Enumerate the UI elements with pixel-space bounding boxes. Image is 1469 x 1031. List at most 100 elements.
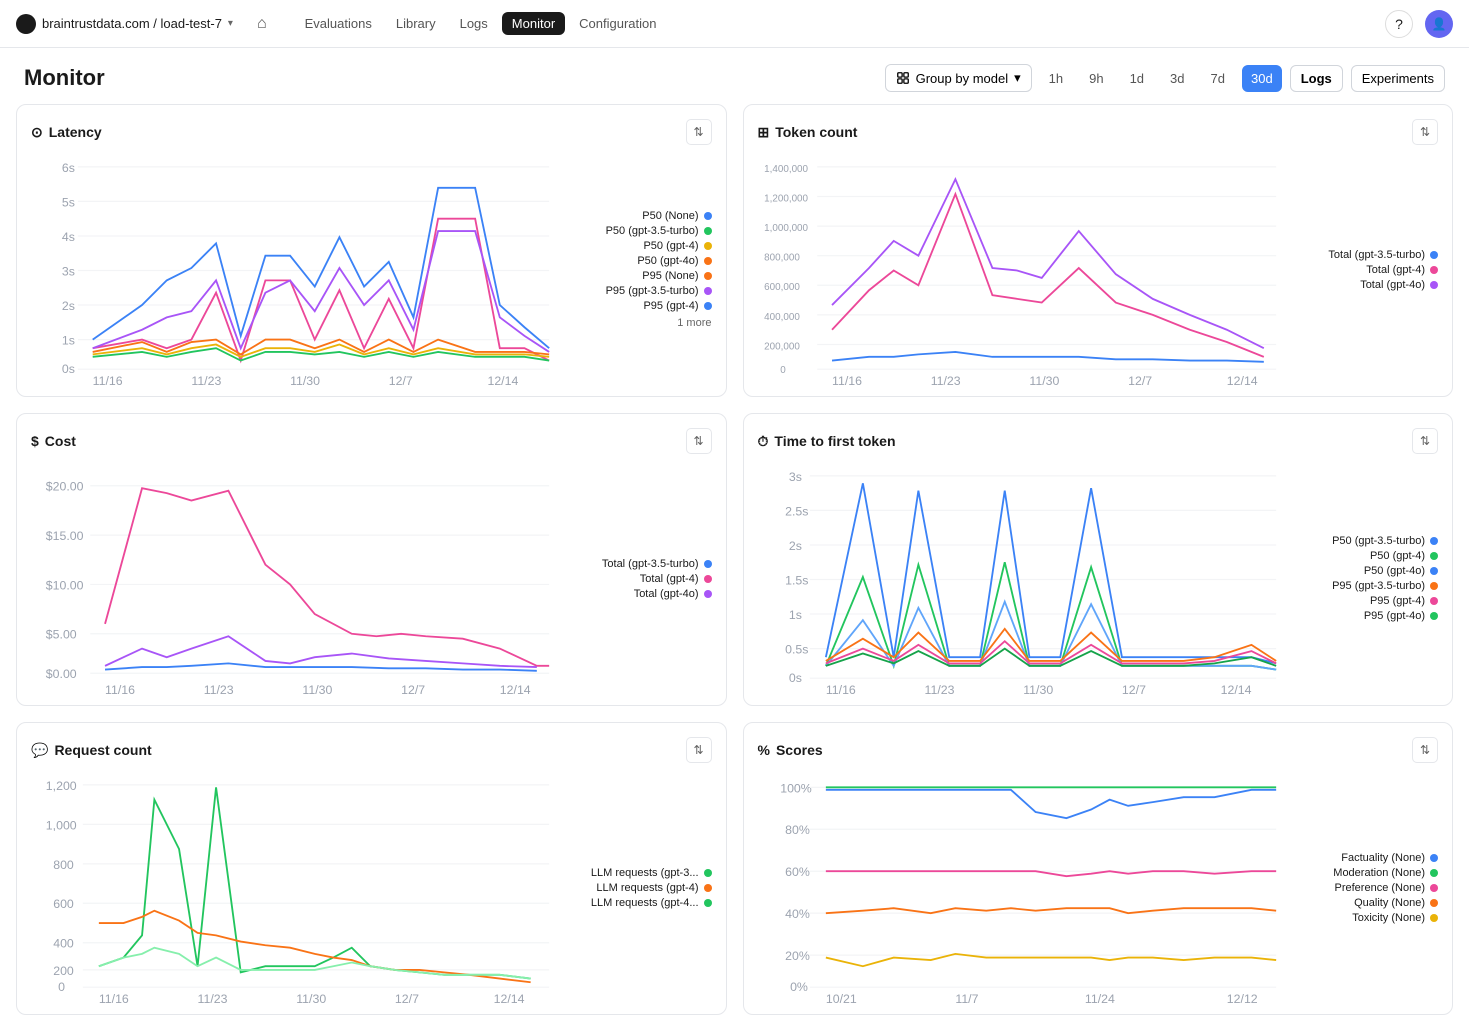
legend-item: P95 (gpt-3.5-turbo): [572, 285, 712, 297]
time-30d[interactable]: 30d: [1242, 65, 1282, 92]
group-by-button[interactable]: Group by model ▾: [885, 64, 1032, 92]
svg-text:200,000: 200,000: [764, 341, 800, 352]
legend-dot: [1430, 552, 1438, 560]
brand[interactable]: braintrustdata.com / load-test-7 ▾: [16, 14, 233, 34]
svg-text:3s: 3s: [62, 264, 75, 278]
legend-item: Total (gpt-4): [1298, 264, 1438, 276]
legend-item: P95 (gpt-4): [572, 300, 712, 312]
token-count-chart-title: ⊞ Token count: [758, 124, 858, 141]
request-count-svg: 1,200 1,000 800 600 400 200 0: [31, 775, 562, 997]
legend-dot: [1430, 884, 1438, 892]
view-experiments[interactable]: Experiments: [1351, 65, 1445, 92]
svg-text:11/30: 11/30: [1029, 374, 1059, 388]
brand-text: braintrustdata.com / load-test-7: [42, 16, 222, 31]
nav-monitor[interactable]: Monitor: [502, 12, 565, 35]
home-icon[interactable]: ⌂: [253, 15, 271, 33]
page-title: Monitor: [24, 65, 105, 91]
cost-chart-body: $20.00 $15.00 $10.00 $5.00 $0.00: [31, 466, 712, 691]
svg-text:11/23: 11/23: [198, 992, 228, 1006]
svg-text:12/12: 12/12: [1226, 992, 1257, 1006]
request-count-filter-button[interactable]: ⇅: [686, 737, 712, 763]
svg-text:10/21: 10/21: [825, 992, 856, 1006]
cost-chart-header: $ Cost ⇅: [31, 428, 712, 454]
request-count-legend: LLM requests (gpt-3... LLM requests (gpt…: [572, 775, 712, 1000]
legend-item: P50 (None): [572, 210, 712, 222]
brand-dot: [16, 14, 36, 34]
scores-filter-button[interactable]: ⇅: [1412, 737, 1438, 763]
legend-item: Factuality (None): [1298, 852, 1438, 864]
latency-icon: ⊙: [31, 124, 43, 141]
help-icon[interactable]: ?: [1385, 10, 1413, 38]
svg-text:$15.00: $15.00: [46, 529, 84, 543]
legend-item: P50 (gpt-4): [572, 240, 712, 252]
scores-chart-card: % Scores ⇅ 100% 80% 60% 40% 20% 0%: [743, 722, 1454, 1015]
svg-text:400: 400: [53, 937, 74, 951]
legend-item: P50 (gpt-4o): [1298, 565, 1438, 577]
legend-item: P50 (gpt-3.5-turbo): [572, 225, 712, 237]
time-9h[interactable]: 9h: [1080, 65, 1112, 92]
svg-text:0: 0: [58, 980, 65, 994]
ttft-filter-button[interactable]: ⇅: [1412, 428, 1438, 454]
svg-text:1,200,000: 1,200,000: [764, 193, 808, 204]
svg-text:600: 600: [53, 897, 74, 911]
svg-text:11/16: 11/16: [825, 683, 855, 697]
svg-text:800: 800: [53, 858, 74, 872]
svg-text:11/16: 11/16: [832, 374, 862, 388]
svg-text:6s: 6s: [62, 161, 75, 175]
legend-item: Total (gpt-4o): [572, 588, 712, 600]
avatar[interactable]: 👤: [1425, 10, 1453, 38]
token-count-filter-button[interactable]: ⇅: [1412, 119, 1438, 145]
request-count-chart-body: 1,200 1,000 800 600 400 200 0: [31, 775, 712, 1000]
cost-chart-area: $20.00 $15.00 $10.00 $5.00 $0.00: [31, 466, 562, 691]
legend-dot: [704, 884, 712, 892]
svg-text:$20.00: $20.00: [46, 480, 84, 494]
svg-text:0s: 0s: [788, 671, 801, 685]
time-1h[interactable]: 1h: [1040, 65, 1072, 92]
svg-text:12/14: 12/14: [487, 374, 518, 388]
svg-text:11/23: 11/23: [930, 374, 960, 388]
scores-chart-title: % Scores: [758, 742, 823, 758]
nav-links: Evaluations Library Logs Monitor Configu…: [295, 12, 667, 35]
latency-chart-card: ⊙ Latency ⇅ 6s 5s 4s 3s 2s 1s 0s: [16, 104, 727, 397]
token-count-chart-card: ⊞ Token count ⇅ 1,400,000 1,200,000 1,00…: [743, 104, 1454, 397]
svg-text:12/14: 12/14: [1220, 683, 1251, 697]
legend-item: Preference (None): [1298, 882, 1438, 894]
svg-text:400,000: 400,000: [764, 312, 800, 323]
nav-logs[interactable]: Logs: [450, 12, 498, 35]
svg-text:11/16: 11/16: [93, 374, 123, 388]
view-logs[interactable]: Logs: [1290, 65, 1343, 92]
legend-dot: [1430, 281, 1438, 289]
svg-text:11/30: 11/30: [290, 374, 320, 388]
svg-text:11/16: 11/16: [99, 992, 129, 1006]
svg-text:$5.00: $5.00: [46, 628, 77, 642]
legend-item: Toxicity (None): [1298, 912, 1438, 924]
time-1d[interactable]: 1d: [1121, 65, 1153, 92]
scores-svg: 100% 80% 60% 40% 20% 0%: [758, 775, 1289, 997]
token-count-chart-header: ⊞ Token count ⇅: [758, 119, 1439, 145]
legend-dot: [1430, 869, 1438, 877]
legend-more: 1 more: [572, 317, 712, 329]
nav-evaluations[interactable]: Evaluations: [295, 12, 382, 35]
scores-chart-body: 100% 80% 60% 40% 20% 0%: [758, 775, 1439, 1000]
latency-chart-area: 6s 5s 4s 3s 2s 1s 0s: [31, 157, 562, 382]
svg-text:1,200: 1,200: [46, 779, 77, 793]
svg-text:11/23: 11/23: [191, 374, 221, 388]
nav-configuration[interactable]: Configuration: [569, 12, 666, 35]
svg-text:4s: 4s: [62, 230, 75, 244]
latency-filter-button[interactable]: ⇅: [686, 119, 712, 145]
legend-dot: [704, 869, 712, 877]
time-3d[interactable]: 3d: [1161, 65, 1193, 92]
svg-text:1s: 1s: [62, 334, 75, 348]
cost-legend: Total (gpt-3.5-turbo) Total (gpt-4) Tota…: [572, 466, 712, 691]
cost-filter-button[interactable]: ⇅: [686, 428, 712, 454]
legend-item: P95 (None): [572, 270, 712, 282]
time-7d[interactable]: 7d: [1202, 65, 1234, 92]
legend-dot: [1430, 266, 1438, 274]
legend-dot: [1430, 567, 1438, 575]
legend-dot: [704, 560, 712, 568]
nav-library[interactable]: Library: [386, 12, 446, 35]
legend-dot: [1430, 612, 1438, 620]
scores-chart-area: 100% 80% 60% 40% 20% 0%: [758, 775, 1289, 1000]
legend-dot: [704, 287, 712, 295]
svg-text:$10.00: $10.00: [46, 578, 84, 592]
